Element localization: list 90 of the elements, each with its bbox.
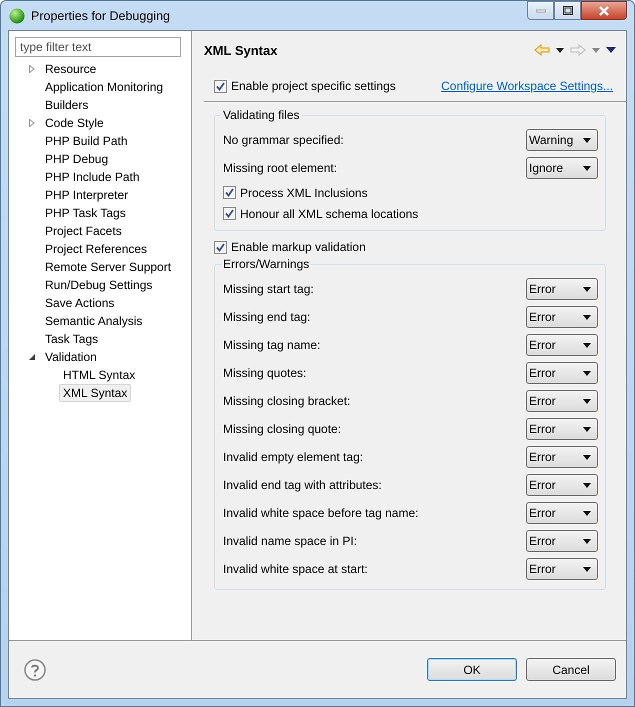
severity-dropdown[interactable]: Error [526,418,598,440]
tree-item[interactable]: PHP Task Tags [41,204,130,222]
caret-icon [583,286,591,292]
checkmark-icon [216,242,225,252]
setting-label: Invalid empty element tag: [223,450,364,464]
maximize-icon [562,6,572,15]
caret-icon [583,398,591,404]
severity-dropdown[interactable]: Error [526,278,598,300]
tree-item[interactable]: Resource [41,60,100,78]
group-title: Errors/Warnings [221,258,312,270]
caret-icon [583,510,591,516]
severity-dropdown[interactable]: Error [526,362,598,384]
expand-icon[interactable] [28,119,36,127]
close-button[interactable] [581,1,627,20]
tree-item[interactable]: PHP Debug [41,150,112,168]
maximize-button[interactable] [554,1,581,20]
tree-item[interactable]: Remote Server Support [41,258,176,276]
help-icon[interactable] [24,658,46,680]
tree-item[interactable]: Save Actions [41,294,118,312]
caret-icon [583,566,591,572]
caret-icon [583,166,591,170]
tree-item[interactable]: Semantic Analysis [41,312,146,330]
setting-label: Missing start tag: [223,282,314,296]
severity-dropdown[interactable]: Error [526,334,598,356]
caret-icon [583,454,591,460]
checkbox[interactable] [214,80,227,92]
caret-icon [583,426,591,432]
caret-icon [583,342,591,348]
checkmark-icon [225,188,234,197]
tree-item[interactable]: Builders [41,96,92,114]
app-icon [9,8,25,24]
setting-label: Missing tag name: [223,338,320,352]
caret-icon [583,370,591,376]
caret-icon [583,138,591,142]
setting-label: Invalid name space in PI: [223,534,358,548]
tree-item[interactable]: XML Syntax [59,384,132,402]
minimize-icon [536,8,546,12]
caret-icon [583,538,591,544]
ok-button[interactable]: OK [427,658,517,681]
filter-field[interactable]: type filter text [15,37,181,57]
tree-item[interactable]: Project Facets [41,222,126,240]
tree-item[interactable]: HTML Syntax [59,366,140,384]
checkbox-label: Process XML Inclusions [240,186,368,200]
setting-label: Invalid white space before tag name: [223,506,418,520]
window-title: Properties for Debugging [31,8,171,22]
severity-dropdown[interactable]: Warning [526,129,598,151]
severity-dropdown[interactable]: Error [526,474,598,496]
tree-item[interactable]: Task Tags [41,330,102,348]
severity-dropdown[interactable]: Error [526,558,598,580]
severity-dropdown[interactable]: Error [526,502,598,524]
tree-item[interactable]: PHP Build Path [41,132,132,150]
setting-label: No grammar specified: [223,133,344,147]
setting-label: Missing end tag: [223,310,310,324]
tree-item[interactable]: Validation [41,348,101,366]
page-title: XML Syntax [204,42,278,58]
checkbox-label: Enable markup validation [231,240,366,254]
severity-dropdown[interactable]: Ignore [526,157,598,179]
checkmark-icon [225,209,234,218]
group-title: Validating files [221,109,302,121]
cancel-button[interactable]: Cancel [526,658,616,681]
checkbox-label: Honour all XML schema locations [240,206,418,220]
tree-item[interactable]: Project References [41,240,152,258]
severity-dropdown[interactable]: Error [526,390,598,412]
menu-icon[interactable] [606,47,616,53]
workspace-settings-link[interactable]: Configure Workspace Settings... [441,79,613,93]
checkbox[interactable] [214,240,227,254]
setting-label: Missing root element: [223,161,338,175]
collapse-icon[interactable] [28,353,36,361]
tree-item[interactable]: PHP Include Path [41,168,144,186]
close-icon [598,6,610,16]
expand-icon[interactable] [28,65,36,73]
caret-icon [583,314,591,320]
severity-dropdown[interactable]: Error [526,530,598,552]
tree-item[interactable]: PHP Interpreter [41,186,132,204]
caret-icon [583,482,591,488]
setting-label: Invalid white space at start: [223,562,368,576]
tree-item[interactable]: Code Style [41,114,108,132]
checkbox[interactable] [223,186,236,199]
checkmark-icon [216,82,225,90]
tree-item[interactable]: Application Monitoring [41,78,168,96]
dropdown-icon[interactable] [556,48,564,52]
setting-label: Missing quotes: [223,366,306,380]
severity-dropdown[interactable]: Error [526,306,598,328]
tree-item[interactable]: Run/Debug Settings [41,276,156,294]
setting-label: Missing closing quote: [223,422,342,436]
checkbox-label: Enable project specific settings [231,79,396,93]
checkbox[interactable] [223,207,236,220]
severity-dropdown[interactable]: Error [526,446,598,468]
setting-label: Missing closing bracket: [223,394,350,408]
setting-label: Invalid end tag with attributes: [223,478,382,492]
